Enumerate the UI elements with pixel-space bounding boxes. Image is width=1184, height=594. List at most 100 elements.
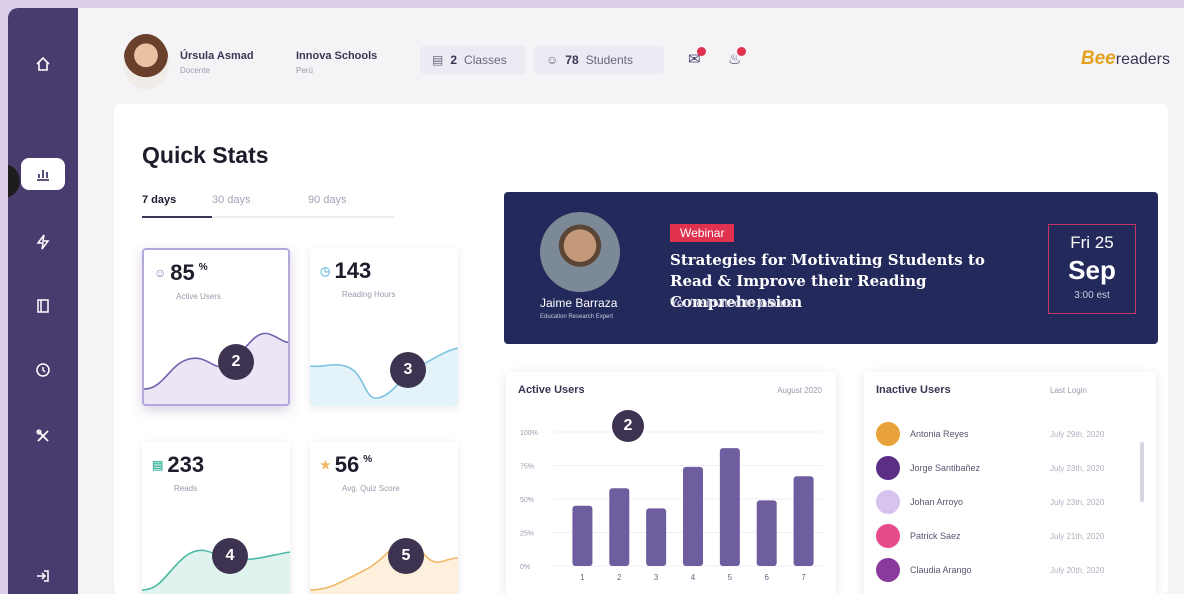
user-name: Antonia Reyes <box>910 429 969 439</box>
y-tick-label: 75% <box>520 464 534 471</box>
webinar-badge: Webinar <box>670 224 735 242</box>
bolt-icon[interactable] <box>27 226 59 258</box>
user-name: Jorge Santibañez <box>910 463 981 473</box>
user-role: Docente <box>180 66 210 75</box>
y-tick-label: 25% <box>520 531 534 538</box>
webinar-date-month: Sep <box>1068 255 1116 285</box>
stat-label: Reads <box>174 484 198 493</box>
mail-icon[interactable]: ✉ <box>688 47 706 68</box>
home-icon[interactable] <box>27 48 59 80</box>
classes-count: 2 <box>450 53 458 67</box>
stat-card-active-users[interactable]: ☺ 85% Active Users 2 <box>142 248 290 406</box>
presenter-name: Jaime Barraza <box>540 296 618 310</box>
user-avatar <box>876 422 900 446</box>
webinar-date-time: 3:00 est <box>1074 290 1110 301</box>
last-login-date: July 23th, 2020 <box>1050 463 1105 473</box>
x-tick-label: 2 <box>617 573 622 582</box>
x-tick-label: 3 <box>654 573 659 582</box>
inactive-user-row[interactable]: Antonia Reyes July 29th, 2020 <box>876 422 1146 446</box>
webinar-subtitle: You're invited to join us <box>670 296 793 310</box>
last-login-date: July 23th, 2020 <box>1050 497 1105 507</box>
x-tick-label: 1 <box>580 573 585 582</box>
clipboard-icon: ▤ <box>432 53 444 67</box>
active-users-card: Active Users August 2020 100% 75% 50% 25% 0%… <box>506 372 836 594</box>
user-avatar <box>876 456 900 480</box>
user-name: Claudia Arango <box>910 565 972 575</box>
stat-label: Avg. Quiz Score <box>342 484 400 493</box>
inactive-user-row[interactable]: Patrick Saez July 21th, 2020 <box>876 524 1146 548</box>
classes-pill[interactable]: ▤ 2 Classes <box>420 46 526 74</box>
user-avatar <box>876 558 900 582</box>
y-tick-label: 100% <box>520 430 538 437</box>
bar-6[interactable] <box>756 500 777 566</box>
users-icon: ☺ <box>546 53 559 67</box>
main-content: Quick Stats 7 days 30 days 90 days ☺ 85% … <box>114 104 1168 594</box>
students-pill[interactable]: ☺ 78 Students <box>534 46 664 74</box>
bar-5[interactable] <box>719 448 740 566</box>
tab-30-days[interactable]: 30 days <box>212 194 308 218</box>
last-login-header: Last Login <box>1050 386 1087 395</box>
step-badge-1: 1 <box>8 164 20 198</box>
school-country: Perú <box>296 66 313 75</box>
last-login-date: July 20th, 2020 <box>1050 565 1105 575</box>
page-title: Quick Stats <box>142 142 269 168</box>
step-badge-2: 2 <box>218 344 254 380</box>
bar-2[interactable] <box>609 488 630 566</box>
y-tick-label: 0% <box>520 564 530 571</box>
webinar-banner[interactable]: Jaime Barraza Education Research Expert … <box>504 192 1158 344</box>
inactive-user-row[interactable]: Jorge Santibañez July 23th, 2020 <box>876 456 1146 480</box>
step-badge-4: 4 <box>212 538 248 574</box>
x-tick-label: 5 <box>728 573 733 582</box>
bar-1[interactable] <box>572 505 593 566</box>
user-avatar <box>876 524 900 548</box>
stat-card-reading-hours[interactable]: ◷ 143 Reading Hours 3 <box>310 248 458 406</box>
inactive-user-row[interactable]: Claudia Arango July 20th, 2020 <box>876 558 1146 582</box>
bell-icon[interactable]: ♨ <box>728 47 747 68</box>
last-login-date: July 29th, 2020 <box>1050 429 1105 439</box>
webinar-date-day: Fri 25 <box>1070 233 1114 252</box>
sparkline-reading-hours <box>310 347 458 406</box>
app-logo: Beereaders <box>1080 48 1170 69</box>
x-tick-label: 4 <box>691 573 696 582</box>
period-tabs: 7 days 30 days 90 days <box>142 194 394 218</box>
x-tick-label: 6 <box>764 573 769 582</box>
card-title: Inactive Users <box>876 384 951 396</box>
tab-90-days[interactable]: 90 days <box>308 194 394 218</box>
user-name: Johan Arroyo <box>910 497 964 507</box>
user-name: Úrsula Asmad <box>180 50 254 62</box>
presenter-avatar <box>540 212 620 292</box>
bar-4[interactable] <box>683 466 703 566</box>
sparkline-active-users <box>144 332 288 404</box>
presenter-role: Education Research Expert <box>540 314 614 320</box>
bar-7[interactable] <box>793 476 814 566</box>
book-icon[interactable] <box>27 290 59 322</box>
school-name: Innova Schools <box>296 50 378 62</box>
tools-icon[interactable] <box>27 420 59 452</box>
inactive-user-row[interactable]: Johan Arroyo July 23th, 2020 <box>876 490 1146 514</box>
stat-label: Active Users <box>176 292 221 301</box>
step-badge-2b: 2 <box>612 410 644 442</box>
stat-card-quiz-score[interactable]: ★ 56% Avg. Quiz Score 5 <box>310 442 458 594</box>
user-avatar[interactable] <box>123 34 169 90</box>
active-users-bar-chart: 100% 75% 50% 25% 0% 1 2 3 4 5 6 7 <box>520 430 822 582</box>
bar-3[interactable] <box>646 508 667 566</box>
webinar-date: Fri 25 Sep 3:00 est <box>1048 224 1136 314</box>
classes-label: Classes <box>464 53 507 67</box>
clock-icon: ◷ <box>320 264 331 278</box>
stats-icon[interactable] <box>21 158 65 190</box>
students-label: Students <box>585 53 633 67</box>
book-icon: ▤ <box>152 458 164 472</box>
step-badge-3: 3 <box>390 352 426 388</box>
students-count: 78 <box>565 53 579 67</box>
x-tick-label: 7 <box>801 573 806 582</box>
history-icon[interactable] <box>27 354 59 386</box>
step-badge-5: 5 <box>388 538 424 574</box>
sparkline-quiz-score <box>310 541 458 594</box>
user-avatar <box>876 490 900 514</box>
user-name: Patrick Saez <box>910 531 961 541</box>
stat-card-reads[interactable]: ▤ 233 Reads 4 <box>142 442 290 594</box>
logout-icon[interactable] <box>27 560 59 592</box>
y-tick-label: 50% <box>520 497 534 504</box>
app-frame: 1 Úrsula Asmad Docente Innova Schools Pe… <box>8 8 1184 594</box>
tab-7-days[interactable]: 7 days <box>142 194 212 218</box>
